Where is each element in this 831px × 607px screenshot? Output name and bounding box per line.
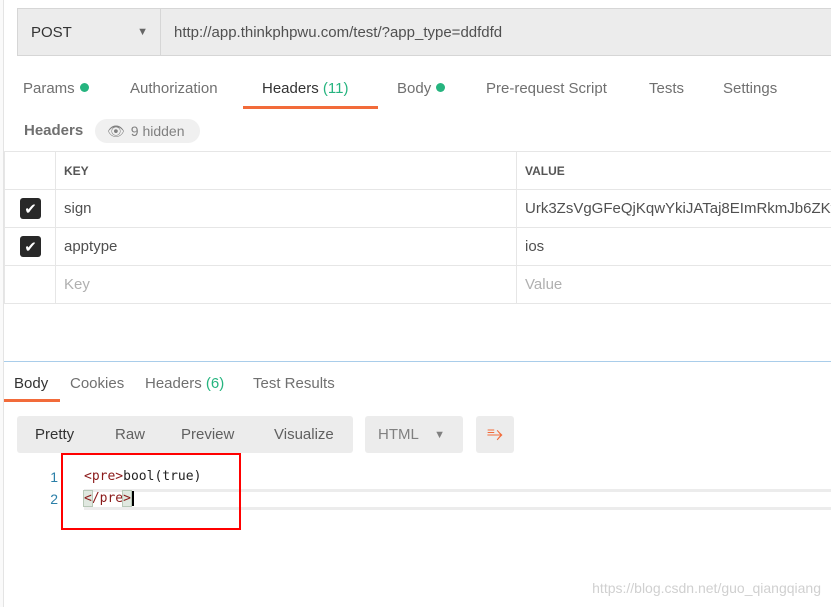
tab-pre-request-script[interactable]: Pre-request Script <box>486 80 607 97</box>
active-response-tab-indicator <box>4 399 60 402</box>
value-cell[interactable]: Urk3ZsVgGFeQjKqwYkiJATaj8EImRkmJb6ZKfl <box>516 189 831 228</box>
status-dot-icon <box>79 83 89 92</box>
response-tab-body[interactable]: Body <box>14 375 48 392</box>
method-label: POST <box>31 23 72 41</box>
response-tab-headers[interactable]: Headers (6) <box>145 375 224 392</box>
value-input[interactable]: Value <box>516 265 831 304</box>
key-input[interactable]: Key <box>55 265 517 304</box>
tab-settings[interactable]: Settings <box>723 80 777 97</box>
headers-table: KEY VALUE ✔ sign Urk3ZsVgGFeQjKqwYkiJATaj8E… <box>4 151 831 304</box>
watermark: https://blog.csdn.net/guo_qiangqiang <box>592 580 821 596</box>
key-cell[interactable]: sign <box>55 189 517 228</box>
eye-icon: 👁 <box>107 122 125 139</box>
headers-heading: Headers <box>24 122 84 139</box>
caret-down-icon: ▼ <box>434 429 445 441</box>
value-cell[interactable]: ios <box>516 227 831 266</box>
column-value: VALUE <box>516 151 831 190</box>
row-checkbox[interactable]: ✔ <box>20 198 41 219</box>
line-number: 1 <box>50 469 58 485</box>
view-pretty[interactable]: Pretty <box>35 426 74 443</box>
pane-divider[interactable] <box>4 361 831 362</box>
active-tab-indicator <box>243 106 378 109</box>
status-dot-icon <box>436 83 446 92</box>
table-row: ✔ apptype ios <box>4 227 831 266</box>
table-row: ✔ sign Urk3ZsVgGFeQjKqwYkiJATaj8EImRkmJb6Z… <box>4 189 831 228</box>
caret-down-icon: ▼ <box>137 26 148 38</box>
method-select[interactable]: POST ▼ <box>17 8 161 56</box>
response-tab-cookies[interactable]: Cookies <box>70 375 124 392</box>
key-cell[interactable]: apptype <box>55 227 517 266</box>
tab-body[interactable]: Body <box>397 80 446 97</box>
view-mode-group: Pretty Raw Preview Visualize <box>17 416 353 453</box>
tab-tests[interactable]: Tests <box>649 80 684 97</box>
row-checkbox[interactable]: ✔ <box>20 236 41 257</box>
table-row-new: Key Value <box>4 265 831 304</box>
tab-headers[interactable]: Headers (11) <box>262 80 348 97</box>
response-tab-test-results[interactable]: Test Results <box>253 375 335 392</box>
language-select[interactable]: HTML ▼ <box>365 416 463 453</box>
table-header-row: KEY VALUE <box>4 151 831 190</box>
tab-params[interactable]: Params <box>23 80 89 97</box>
wrap-lines-icon[interactable]: ⥱ <box>476 416 514 453</box>
url-input[interactable]: http://app.thinkphpwu.com/test/?app_type… <box>160 8 831 56</box>
hidden-headers-toggle[interactable]: 👁 9 hidden <box>95 119 200 143</box>
column-key: KEY <box>55 151 517 190</box>
view-visualize[interactable]: Visualize <box>274 426 334 443</box>
view-preview[interactable]: Preview <box>181 426 234 443</box>
highlight-box <box>61 453 241 530</box>
view-raw[interactable]: Raw <box>115 426 145 443</box>
line-number: 2 <box>50 491 58 507</box>
tab-authorization[interactable]: Authorization <box>130 80 218 97</box>
